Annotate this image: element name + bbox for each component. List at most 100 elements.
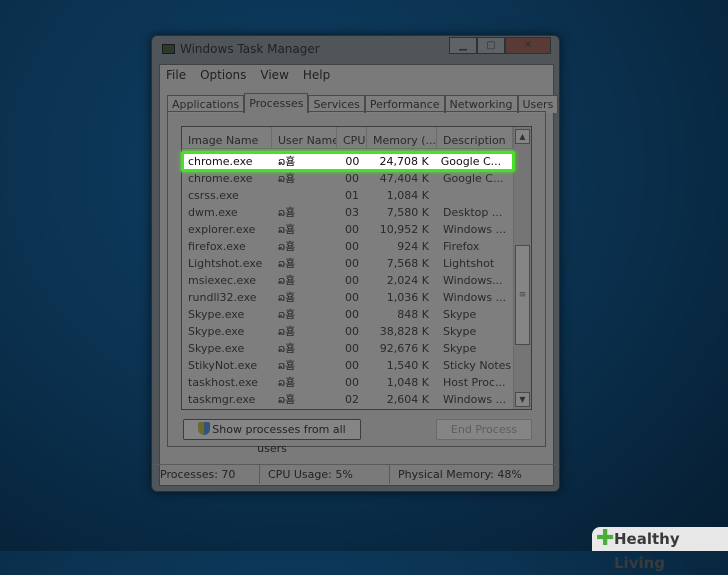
table-row[interactable]: Lightshot.exe ລ횸 00 7,568 K Lightshot: [182, 255, 513, 272]
cell-cpu: 00: [345, 308, 359, 321]
table-row[interactable]: StikyNot.exe ລ횸 00 1,540 K Sticky Notes: [182, 357, 513, 374]
cell-cpu: 03: [345, 206, 359, 219]
table-row[interactable]: dwm.exe ລ횸 03 7,580 K Desktop ...: [182, 204, 513, 221]
cell-user: ລ횸: [278, 206, 296, 219]
cell-name: Skype.exe: [188, 325, 245, 338]
cell-desc: Windows ...: [443, 291, 507, 304]
cell-mem: 848 K: [397, 308, 429, 321]
column-headers: Image Name User Name CPU Memory (... Descrip…: [182, 127, 513, 149]
status-bar: Processes: 70 CPU Usage: 5% Physical Mem…: [152, 464, 559, 484]
table-row[interactable]: explorer.exe ລ횸 00 10,952 K Windows ...: [182, 221, 513, 238]
cell-cpu: 00: [345, 342, 359, 355]
cell-mem: 10,952 K: [379, 223, 429, 236]
cell-cpu: 00: [345, 172, 359, 185]
cell-cpu: 00: [345, 223, 359, 236]
tab-bar: Applications Processes Services Performance…: [167, 93, 559, 113]
cell-desc: Host Proc...: [443, 376, 506, 389]
cell-name: firefox.exe: [188, 240, 246, 253]
cell-mem: 1,036 K: [386, 291, 429, 304]
status-memory: Physical Memory: 48%: [398, 468, 522, 481]
table-row[interactable]: taskmgr.exe ລ횸 02 2,604 K Windows ...: [182, 391, 513, 408]
cell-user-name: ລ횸: [278, 155, 296, 168]
minimize-button[interactable]: ▁: [449, 37, 477, 54]
plus-icon: ✚: [596, 526, 615, 551]
table-row[interactable]: taskhost.exe ລ횸 00 1,048 K Host Proc...: [182, 374, 513, 391]
cell-name: Skype.exe: [188, 342, 245, 355]
cell-user: ລ횸: [278, 291, 296, 304]
cell-cpu: 01: [345, 189, 359, 202]
cell-name: Skype.exe: [188, 308, 245, 321]
cell-desc: Windows ...: [443, 223, 507, 236]
cell-user: ລ횸: [278, 257, 296, 270]
table-row[interactable]: rundll32.exe ລ횸 00 1,036 K Windows ...: [182, 289, 513, 306]
column-header-4[interactable]: Memory (...: [367, 127, 437, 148]
menu-options[interactable]: Options: [200, 68, 246, 82]
status-cpu: CPU Usage: 5%: [260, 465, 390, 484]
cell-mem: 7,580 K: [386, 206, 429, 219]
cell-mem: 1,540 K: [386, 359, 429, 372]
cell-user: ລ횸: [278, 223, 296, 236]
cell-name: chrome.exe: [188, 172, 253, 185]
cell-image-name: chrome.exe: [188, 155, 253, 168]
cell-name: rundll32.exe: [188, 291, 257, 304]
scroll-up-button[interactable]: ▲: [515, 129, 530, 144]
menu-help[interactable]: Help: [303, 68, 330, 82]
cell-cpu: 00: [345, 155, 360, 168]
table-row[interactable]: chrome.exe ລ횸 00 47,404 K Google C...: [182, 170, 513, 187]
cell-desc: Skype: [443, 308, 477, 321]
column-header-2[interactable]: User Name: [272, 127, 337, 148]
cell-user: ລ횸: [278, 308, 296, 321]
menu-bar: File Options View Help: [160, 65, 553, 82]
cell-cpu: 00: [345, 274, 359, 287]
cell-cpu: 00: [345, 359, 359, 372]
cell-mem: 38,828 K: [379, 325, 429, 338]
menu-view[interactable]: View: [260, 68, 288, 82]
cell-user: ລ횸: [278, 325, 296, 338]
cell-desc: Lightshot: [443, 257, 495, 270]
cell-name: csrss.exe: [188, 189, 239, 202]
table-row[interactable]: firefox.exe ລ횸 00 924 K Firefox: [182, 238, 513, 255]
maximize-button[interactable]: ▢: [477, 37, 505, 54]
cell-user: ລ횸: [278, 172, 296, 185]
window-title: Windows Task Manager: [180, 42, 320, 56]
highlighted-row-chrome[interactable]: chrome.exe ລ횸 00 24,708 K Google C...: [181, 151, 515, 172]
table-row[interactable]: csrss.exe 01 1,084 K: [182, 187, 513, 204]
scroll-down-button[interactable]: ▼: [515, 392, 530, 407]
show-all-processes-button[interactable]: Show processes from all users: [183, 419, 361, 455]
menu-file[interactable]: File: [166, 68, 186, 82]
uac-shield-icon: [198, 422, 211, 435]
end-process-button[interactable]: End Process: [436, 419, 532, 440]
table-row[interactable]: Skype.exe ລ횸 00 848 K Skype: [182, 306, 513, 323]
scrollbar[interactable]: ▲ ≡ ▼: [513, 127, 531, 409]
cell-memory: 24,708 K: [379, 155, 429, 168]
cell-desc: Skype: [443, 342, 477, 355]
cell-user: [272, 187, 337, 204]
column-header-3[interactable]: CPU: [337, 127, 367, 148]
table-row[interactable]: Skype.exe ລ횸 00 92,676 K Skype: [182, 340, 513, 357]
watermark-text: Healthy Living: [614, 530, 680, 572]
cell-name: Lightshot.exe: [188, 257, 263, 270]
column-header-1[interactable]: Image Name: [182, 127, 272, 148]
tab-processes[interactable]: Processes: [244, 93, 309, 113]
cell-user: ລ횸: [278, 342, 296, 355]
cell-desc: Google C...: [443, 172, 504, 185]
cell-user: ລ횸: [278, 274, 296, 287]
cell-user: ລ횸: [278, 240, 296, 253]
table-row[interactable]: Skype.exe ລ횸 00 38,828 K Skype: [182, 323, 513, 340]
cell-mem: 1,084 K: [386, 189, 429, 202]
cell-name: taskhost.exe: [188, 376, 258, 389]
cell-user: ລ횸: [278, 376, 296, 389]
cell-name: msiexec.exe: [188, 274, 257, 287]
table-row[interactable]: msiexec.exe ລ횸 00 2,024 K Windows...: [182, 272, 513, 289]
scroll-thumb[interactable]: ≡: [515, 245, 530, 345]
cell-description: Google C...: [440, 155, 502, 168]
cell-desc: Windows ...: [443, 393, 507, 406]
close-button[interactable]: ✕: [505, 37, 551, 54]
column-header-5[interactable]: Description: [437, 127, 513, 148]
cell-desc: Desktop ...: [443, 206, 503, 219]
cell-mem: 2,604 K: [386, 393, 429, 406]
cell-cpu: 00: [345, 240, 359, 253]
cell-cpu: 02: [345, 393, 359, 406]
cell-cpu: 00: [345, 325, 359, 338]
cell-cpu: 00: [345, 257, 359, 270]
